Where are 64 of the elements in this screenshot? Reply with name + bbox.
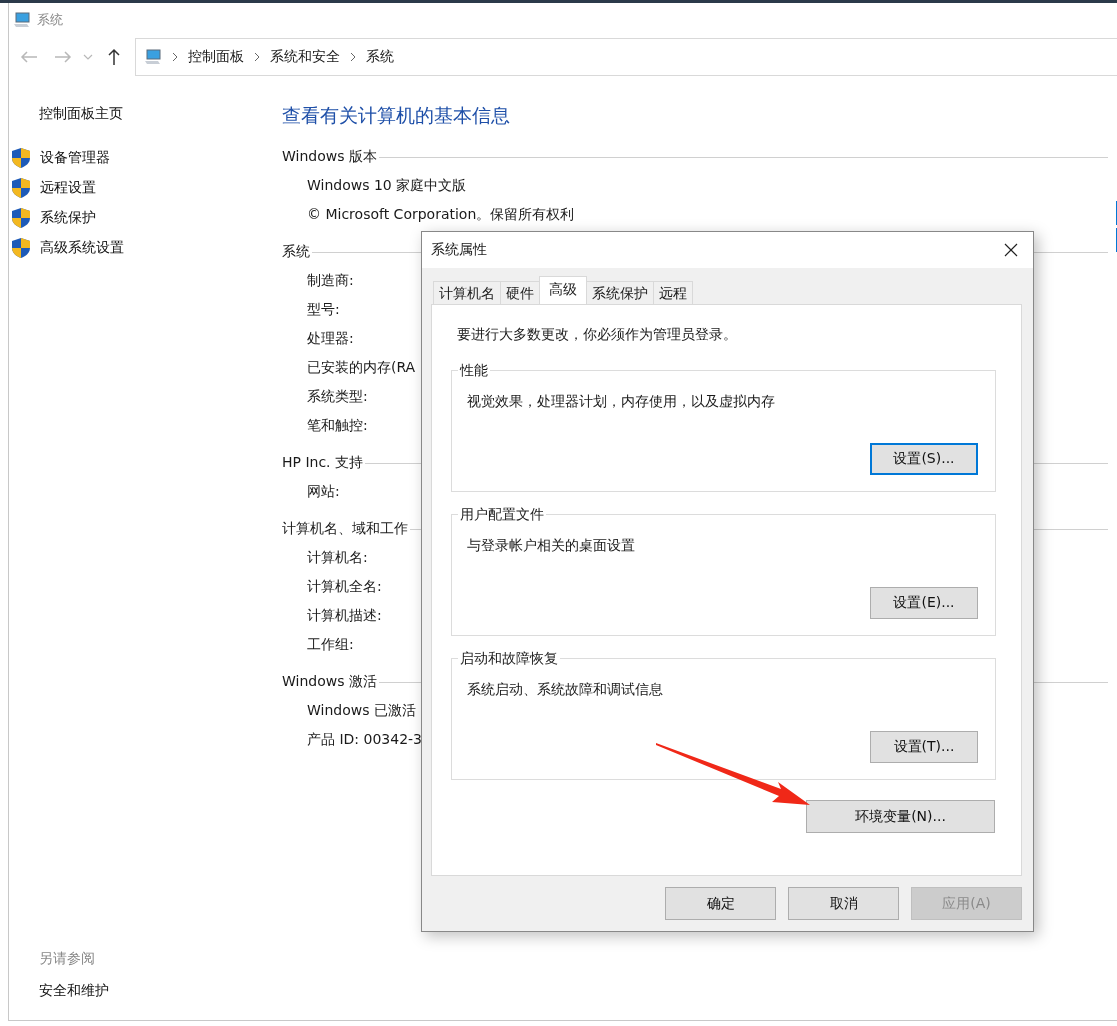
settings-button[interactable]: 设置(E)... — [870, 587, 978, 619]
section-title: 系统 — [282, 243, 310, 261]
close-icon[interactable] — [1004, 243, 1018, 257]
info-label: 已安装的内存(RA — [307, 358, 416, 377]
section-title: Windows 激活 — [282, 673, 377, 691]
tab[interactable]: 计算机名 — [433, 281, 501, 304]
environment-variables-button[interactable]: 环境变量(N)... — [806, 800, 995, 833]
chevron-icon — [254, 52, 260, 62]
info-label: 计算机名: — [307, 548, 368, 567]
page-heading: 查看有关计算机的基本信息 — [282, 103, 511, 128]
up-arrow-icon[interactable] — [107, 48, 121, 66]
section-title: 计算机名、域和工作 — [282, 520, 408, 538]
info-label: Windows 已激活 — [307, 701, 416, 720]
dialog-button[interactable]: 确定 — [665, 887, 776, 920]
tab[interactable]: 高级 — [539, 276, 587, 304]
group-title: 性能 — [458, 361, 490, 379]
shield-icon — [11, 147, 31, 169]
breadcrumb-item[interactable]: 系统和安全 — [270, 48, 340, 66]
info-label: 制造商: — [307, 271, 354, 290]
info-label: 计算机全名: — [307, 577, 382, 596]
shield-icon — [11, 207, 31, 229]
dialog-title: 系统属性 — [431, 241, 487, 259]
info-label: 产品 ID: 00342-3 — [307, 730, 423, 749]
sidebar-link[interactable]: 控制面板主页 — [39, 105, 282, 123]
group-title: 用户配置文件 — [458, 505, 546, 523]
group-description: 与登录帐户相关的桌面设置 — [467, 537, 636, 555]
computer-icon — [13, 12, 31, 28]
info-label: 笔和触控: — [307, 416, 368, 435]
sidebar-link[interactable]: 系统保护 — [40, 209, 96, 227]
group-title: 启动和故障恢复 — [458, 649, 560, 667]
info-label: © Microsoft Corporation。保留所有权利 — [307, 205, 575, 224]
info-label: Windows 10 家庭中文版 — [307, 176, 467, 195]
dialog-button[interactable]: 取消 — [788, 887, 899, 920]
sidebar-link[interactable]: 远程设置 — [40, 179, 96, 197]
info-label: 计算机描述: — [307, 606, 382, 625]
info-label: 工作组: — [307, 635, 354, 654]
back-arrow-icon[interactable] — [19, 50, 39, 64]
group-description: 系统启动、系统故障和调试信息 — [467, 681, 664, 699]
group-description: 视觉效果，处理器计划，内存使用，以及虚拟内存 — [467, 393, 776, 411]
address-bar[interactable]: 控制面板 系统和安全 系统 — [135, 38, 1117, 76]
shield-icon — [11, 177, 31, 199]
settings-button[interactable]: 设置(S)... — [870, 443, 978, 475]
tab[interactable]: 远程 — [653, 281, 693, 304]
info-label: 处理器: — [307, 329, 354, 348]
breadcrumb-item[interactable]: 系统 — [366, 48, 394, 66]
sidebar-link[interactable]: 设备管理器 — [40, 149, 110, 167]
shield-icon — [11, 237, 31, 259]
settings-button[interactable]: 设置(T)... — [870, 731, 978, 763]
notice-text: 要进行大多数更改，你必须作为管理员登录。 — [457, 326, 738, 344]
chevron-icon — [172, 52, 178, 62]
info-label: 网站: — [307, 482, 340, 501]
sidebar-link[interactable]: 高级系统设置 — [40, 239, 124, 257]
computer-icon — [144, 49, 162, 65]
info-label: 型号: — [307, 300, 340, 319]
dropdown-caret-icon[interactable] — [83, 54, 93, 60]
breadcrumb-item[interactable]: 控制面板 — [188, 48, 244, 66]
chevron-icon — [350, 52, 356, 62]
info-label: 系统类型: — [307, 387, 368, 406]
window-title: 系统 — [37, 11, 63, 29]
forward-arrow-icon[interactable] — [53, 50, 73, 64]
section-title: Windows 版本 — [282, 148, 377, 166]
section-title: HP Inc. 支持 — [282, 454, 364, 472]
sidebar-link[interactable]: 安全和维护 — [39, 982, 282, 1000]
see-also-heading: 另请参阅 — [39, 950, 96, 968]
